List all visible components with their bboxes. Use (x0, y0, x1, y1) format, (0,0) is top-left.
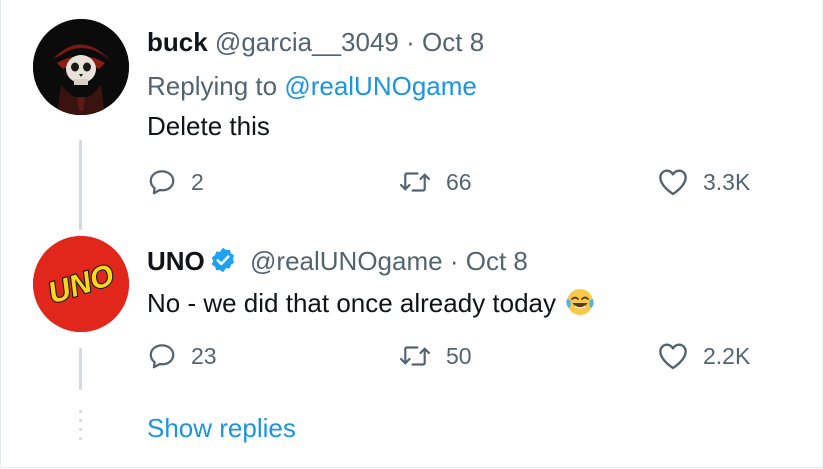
reply-count: 2 (191, 169, 204, 195)
retweet-count: 50 (446, 343, 472, 369)
avatar[interactable]: UNO (33, 236, 129, 332)
tweet-text-content: No - we did that once already today (147, 288, 557, 318)
retweet-count: 66 (446, 169, 472, 195)
reply-count: 23 (191, 343, 217, 369)
separator-dot: · (406, 27, 415, 57)
heart-icon (659, 343, 687, 370)
show-replies-link[interactable]: Show replies (147, 413, 296, 443)
retweet-button[interactable]: 50 (398, 341, 472, 371)
avatar[interactable] (33, 19, 129, 115)
reply-button[interactable]: 2 (147, 167, 204, 197)
replying-to-line: Replying to @realUNOgame (147, 71, 477, 101)
thread-continuation-dots (79, 410, 82, 446)
tweet-text: No - we did that once already today (147, 286, 596, 318)
user-handle[interactable]: @realUNOgame (250, 246, 443, 276)
thread-connector-line (79, 140, 82, 230)
tweet-header: buck @garcia__3049 · Oct 8 (147, 27, 484, 57)
display-name[interactable]: UNO (147, 246, 205, 276)
tweet-header: UNO @realUNOgame · Oct 8 (147, 246, 528, 276)
face-with-tears-of-joy-icon (566, 289, 594, 315)
like-count: 2.2K (703, 343, 751, 369)
separator-dot: · (449, 246, 459, 276)
thread-connector-line (79, 348, 82, 390)
uno-logo-avatar-icon: UNO (33, 236, 129, 332)
tweet-date[interactable]: Oct 8 (422, 27, 484, 57)
skull-avatar-icon (33, 19, 129, 115)
replying-to-mention[interactable]: @realUNOgame (284, 71, 477, 101)
like-count: 3.3K (703, 169, 751, 195)
heart-icon (659, 169, 687, 196)
retweet-button[interactable]: 66 (398, 167, 472, 197)
tweet-date[interactable]: Oct 8 (466, 246, 528, 276)
display-name[interactable]: buck (147, 27, 208, 57)
reply-button[interactable]: 23 (147, 341, 217, 371)
reply-icon (149, 170, 175, 195)
retweet-icon (399, 172, 431, 192)
retweet-icon (399, 346, 431, 366)
tweet-text: Delete this (147, 111, 270, 141)
conversation-thread: buck @garcia__3049 · Oct 8 Replying to @… (0, 0, 823, 468)
reply-icon (149, 344, 175, 369)
verified-badge-icon (211, 247, 234, 273)
replying-to-prefix: Replying to (147, 71, 278, 101)
like-button[interactable]: 3.3K (657, 167, 750, 197)
user-handle[interactable]: @garcia__3049 (215, 27, 399, 57)
like-button[interactable]: 2.2K (657, 341, 750, 371)
